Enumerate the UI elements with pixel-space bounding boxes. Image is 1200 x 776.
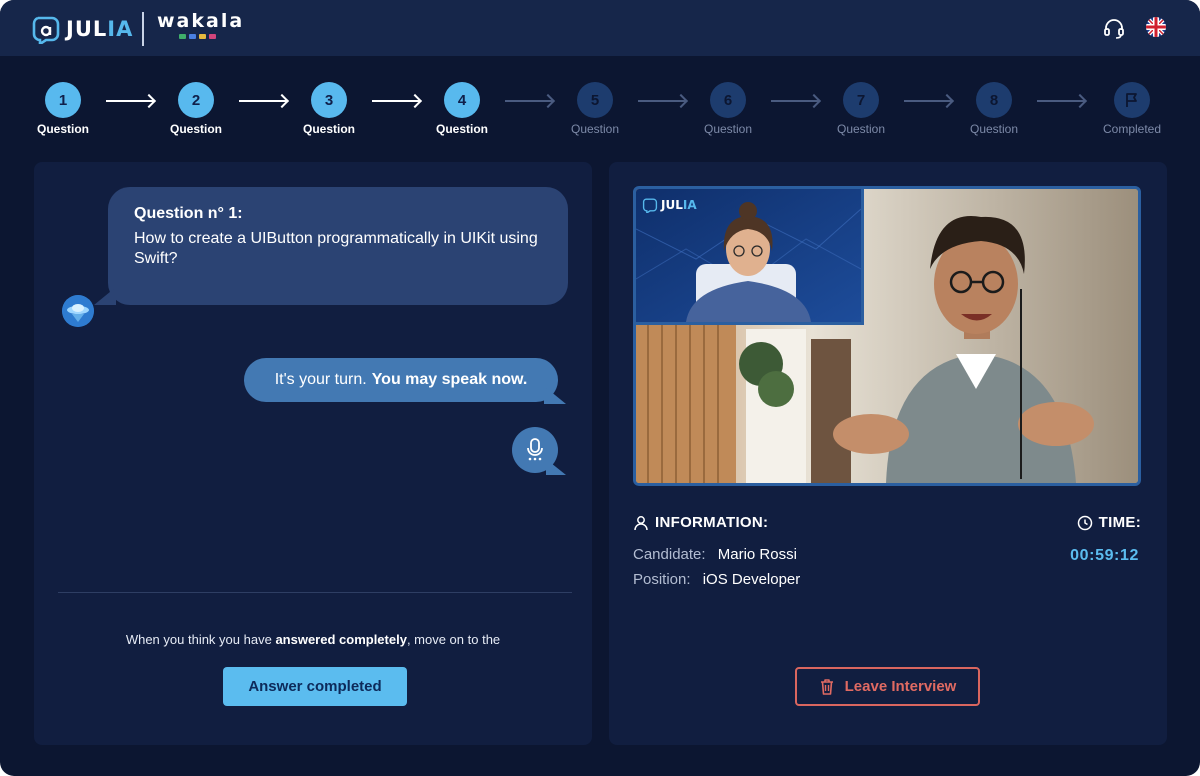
candidate-value: Mario Rossi bbox=[717, 546, 797, 563]
step-arrow bbox=[106, 100, 154, 102]
step-number: 4 bbox=[444, 82, 480, 118]
position-value: iOS Developer bbox=[702, 571, 801, 588]
trash-icon bbox=[820, 678, 833, 695]
step-number: 1 bbox=[45, 82, 81, 118]
watermark-wordmark: JULIA bbox=[661, 198, 697, 212]
app-frame: JULIA wakala 1 Question 2 Question 3 Que… bbox=[0, 0, 1200, 776]
step-label: Question bbox=[570, 122, 620, 136]
information-heading: INFORMATION: bbox=[633, 514, 768, 531]
chat-panel: Question n° 1: How to create a UIButton … bbox=[34, 162, 592, 745]
time-title: TIME: bbox=[1098, 514, 1141, 531]
chat-divider bbox=[58, 592, 572, 593]
julia-logo-icon bbox=[642, 198, 658, 213]
bot-avatar bbox=[62, 295, 94, 327]
step-arrow bbox=[505, 100, 553, 102]
step-label: Completed bbox=[1102, 122, 1162, 136]
video-watermark: JULIA bbox=[642, 197, 697, 213]
wakala-dot bbox=[179, 34, 186, 39]
julia-logo: JULIA bbox=[32, 12, 133, 46]
position-label: Position: bbox=[633, 571, 691, 588]
leave-interview-label: Leave Interview bbox=[844, 678, 957, 695]
turn-text: It's your turn. bbox=[274, 371, 367, 388]
step-label: Question bbox=[435, 122, 488, 136]
user-icon bbox=[634, 515, 648, 530]
brand-divider bbox=[142, 12, 144, 46]
question-text: How to create a UIButton programmaticall… bbox=[134, 230, 538, 267]
step-number: 3 bbox=[311, 82, 347, 118]
step-number: 6 bbox=[710, 82, 746, 118]
wakala-dot bbox=[189, 34, 196, 39]
step-label: Question bbox=[703, 122, 753, 136]
step-number: 2 bbox=[178, 82, 214, 118]
step-number: 7 bbox=[843, 82, 879, 118]
step-label: Question bbox=[169, 122, 222, 136]
time-heading: TIME: bbox=[1077, 514, 1141, 531]
julia-wordmark: JULIA bbox=[66, 17, 134, 41]
step-label: Question bbox=[836, 122, 886, 136]
information-title: INFORMATION: bbox=[655, 514, 769, 531]
step-7: 7 Question bbox=[821, 82, 901, 136]
step-number: 8 bbox=[976, 82, 1012, 118]
step-arrow bbox=[372, 100, 420, 102]
julia-logo-icon bbox=[32, 16, 60, 44]
leave-interview-button[interactable]: Leave Interview bbox=[795, 667, 980, 706]
wakala-dots bbox=[179, 34, 244, 39]
turn-emphasis: You may speak now. bbox=[371, 371, 528, 388]
step-arrow bbox=[771, 100, 819, 102]
headset-icon[interactable] bbox=[1102, 16, 1126, 40]
flag-icon bbox=[1114, 82, 1150, 118]
step-1: 1 Question bbox=[23, 82, 103, 136]
interview-timer: 00:59:12 bbox=[1070, 547, 1139, 564]
step-5: 5 Question bbox=[555, 82, 635, 136]
turn-bubble: It's your turn. You may speak now. bbox=[244, 358, 566, 404]
wakala-dot bbox=[199, 34, 206, 39]
clock-icon bbox=[1077, 515, 1092, 530]
step-label: Question bbox=[36, 122, 89, 136]
question-title: Question n° 1: bbox=[134, 205, 243, 222]
position-row: Position: iOS Developer bbox=[633, 571, 800, 588]
microphone-icon[interactable] bbox=[512, 427, 566, 475]
completion-hint: When you think you have answered complet… bbox=[125, 632, 501, 647]
interview-panel: JULIA INFORMATION: TIME: Candidate: Mari… bbox=[609, 162, 1167, 745]
answer-completed-button[interactable]: Answer completed bbox=[223, 667, 407, 706]
wakala-wordmark: wakala bbox=[157, 10, 245, 32]
step-label: Question bbox=[969, 122, 1019, 136]
step-8: 8 Question bbox=[954, 82, 1034, 136]
step-completed: Completed bbox=[1092, 82, 1172, 136]
interviewer-pip: JULIA bbox=[636, 189, 864, 325]
wakala-logo: wakala bbox=[157, 10, 244, 39]
candidate-label: Candidate: bbox=[633, 546, 706, 563]
step-arrow bbox=[239, 100, 287, 102]
step-arrow bbox=[638, 100, 686, 102]
step-2: 2 Question bbox=[156, 82, 236, 136]
uk-flag-icon[interactable] bbox=[1145, 16, 1169, 40]
question-bubble: Question n° 1: How to create a UIButton … bbox=[94, 187, 568, 305]
step-arrow bbox=[1037, 100, 1085, 102]
step-3: 3 Question bbox=[289, 82, 369, 136]
candidate-video: JULIA bbox=[633, 186, 1141, 486]
step-label: Question bbox=[302, 122, 355, 136]
step-number: 5 bbox=[577, 82, 613, 118]
candidate-row: Candidate: Mario Rossi bbox=[633, 546, 797, 563]
step-4: 4 Question bbox=[422, 82, 502, 136]
top-bar: JULIA wakala bbox=[0, 0, 1200, 56]
step-arrow bbox=[904, 100, 952, 102]
wakala-dot bbox=[209, 34, 216, 39]
step-6: 6 Question bbox=[688, 82, 768, 136]
